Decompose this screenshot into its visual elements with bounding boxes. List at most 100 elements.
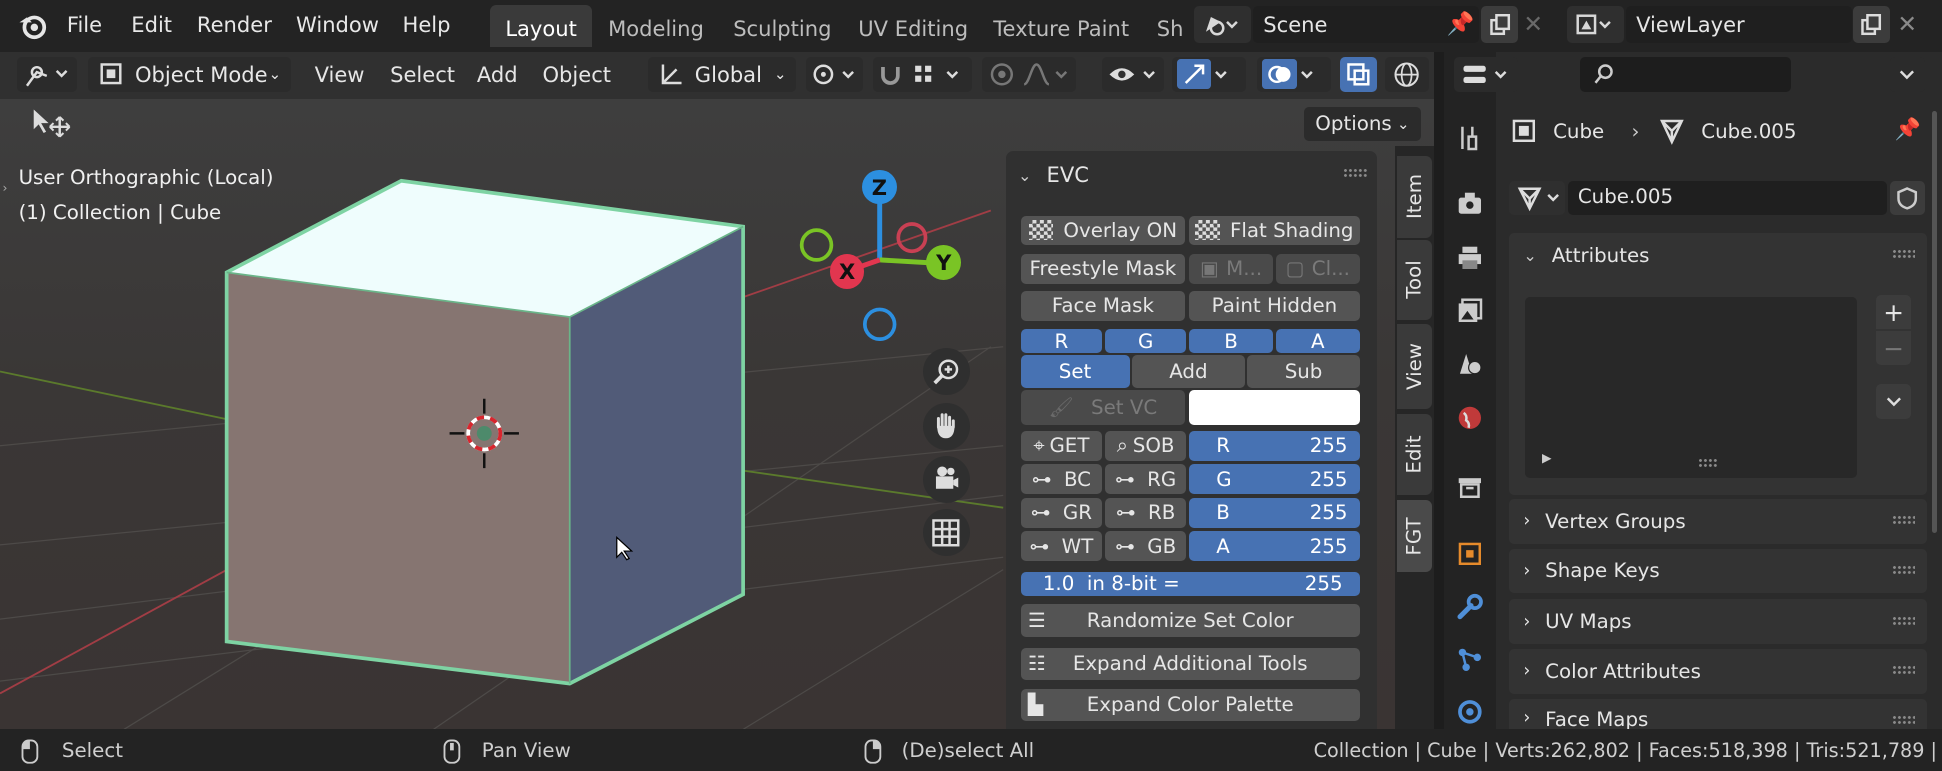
alpha-value-field[interactable]: A 255 — [1188, 531, 1360, 562]
sidebar-tab-tool[interactable]: Tool — [1397, 240, 1432, 320]
drag-handle-icon[interactable] — [1892, 665, 1915, 675]
options-dropdown[interactable]: Options ⌄ — [1304, 106, 1421, 142]
uv-maps-panel-header[interactable]: › UV Maps — [1508, 599, 1928, 645]
particles-properties-tab[interactable] — [1454, 644, 1486, 676]
delete-viewlayer-icon[interactable]: ✕ — [1897, 10, 1917, 38]
set-vc-button[interactable]: 🖌 Set VC — [1020, 390, 1186, 425]
red-value-field[interactable]: R 255 — [1188, 431, 1360, 461]
drag-handle-icon[interactable] — [1892, 564, 1915, 575]
view-layer-properties-tab[interactable] — [1454, 295, 1486, 327]
m-button[interactable]: ▣ M... — [1188, 253, 1274, 284]
physics-properties-tab[interactable] — [1454, 696, 1486, 728]
tab-sculpting[interactable]: Sculpting — [718, 5, 846, 47]
menu-object[interactable]: Object — [542, 62, 611, 87]
overlay-on-button[interactable]: Overlay ON — [1020, 215, 1186, 246]
paint-hidden-button[interactable]: Paint Hidden — [1188, 291, 1360, 321]
drag-handle-icon[interactable] — [1892, 248, 1915, 259]
perspective-toggle-button[interactable] — [922, 509, 970, 557]
menu-help[interactable]: Help — [403, 12, 451, 37]
camera-view-button[interactable] — [922, 455, 970, 503]
gizmo-z-axis[interactable]: Z — [862, 169, 897, 205]
editor-type-button[interactable] — [17, 56, 77, 92]
channel-a-toggle[interactable]: A — [1275, 329, 1360, 353]
face-mask-button[interactable]: Face Mask — [1020, 291, 1186, 321]
add-attribute-button[interactable]: + — [1876, 294, 1912, 330]
color-attributes-panel-header[interactable]: › Color Attributes — [1508, 648, 1928, 694]
drag-handle-icon[interactable] — [1892, 714, 1915, 725]
delete-scene-icon[interactable]: ✕ — [1523, 10, 1543, 38]
zoom-button[interactable] — [922, 348, 970, 396]
vertex-groups-panel-header[interactable]: › Vertex Groups — [1508, 499, 1928, 544]
toggle-bc[interactable]: ⊶ BC — [1020, 464, 1103, 495]
pivot-point-dropdown[interactable] — [806, 56, 864, 92]
menu-render[interactable]: Render — [197, 12, 272, 37]
mode-add-button[interactable]: Add — [1132, 355, 1245, 388]
snap-controls[interactable] — [873, 56, 973, 92]
toggle-gb[interactable]: ⊶ GB — [1104, 531, 1187, 562]
world-properties-tab[interactable] — [1454, 401, 1486, 433]
object-properties-tab[interactable] — [1454, 538, 1486, 570]
modifier-properties-tab[interactable] — [1454, 591, 1486, 623]
set-color-swatch[interactable] — [1188, 390, 1360, 425]
toggle-wt[interactable]: ⊶ WT — [1020, 531, 1103, 562]
pin-icon[interactable]: 📌 — [1447, 11, 1475, 37]
overlay-toggle[interactable] — [1257, 56, 1332, 92]
scene-browse-button[interactable] — [1193, 6, 1251, 44]
toggle-gr[interactable]: ⊶ GR — [1020, 497, 1103, 528]
tab-shading[interactable]: Sh — [1142, 5, 1187, 47]
editor-divider[interactable] — [1434, 52, 1445, 730]
mode-sub-button[interactable]: Sub — [1247, 355, 1360, 388]
properties-editor-type-button[interactable] — [1454, 56, 1519, 92]
proportional-editing[interactable] — [982, 56, 1077, 92]
menu-file[interactable]: File — [67, 12, 102, 37]
gizmo-toggle[interactable] — [1171, 56, 1246, 92]
mode-set-button[interactable]: Set — [1020, 355, 1130, 388]
orientation-dropdown[interactable]: Global ⌄ — [647, 56, 797, 92]
menu-select[interactable]: Select — [390, 62, 455, 87]
gizmo-y-axis[interactable]: Y — [926, 245, 962, 280]
xray-toggle-button[interactable] — [1340, 56, 1378, 92]
new-viewlayer-button[interactable] — [1852, 6, 1890, 44]
sidebar-tab-item[interactable]: Item — [1397, 156, 1432, 238]
tab-modeling[interactable]: Modeling — [593, 5, 718, 47]
expand-color-palette-button[interactable]: ▙ Expand Color Palette — [1020, 688, 1360, 721]
sob-button[interactable]: ⌕ SOB — [1104, 431, 1187, 461]
menu-view[interactable]: View — [315, 62, 365, 87]
face-maps-panel-header[interactable]: › Face Maps — [1508, 698, 1928, 730]
expand-triangle-icon[interactable]: ▶ — [1542, 451, 1552, 465]
blender-logo-icon[interactable] — [17, 10, 49, 42]
attributes-list[interactable]: ▶ — [1524, 297, 1857, 479]
shape-keys-panel-header[interactable]: › Shape Keys — [1508, 548, 1928, 594]
collection-properties-tab[interactable] — [1454, 471, 1486, 503]
toggle-rb[interactable]: ⊶ RB — [1104, 497, 1187, 528]
viewlayer-name-field[interactable]: ViewLayer — [1626, 6, 1852, 44]
fake-user-button[interactable] — [1889, 180, 1925, 216]
drag-handle-icon[interactable] — [1342, 168, 1368, 179]
tab-texture-paint[interactable]: Texture Paint — [978, 5, 1144, 47]
properties-options-button[interactable] — [1889, 56, 1925, 92]
blue-value-field[interactable]: B 255 — [1188, 497, 1360, 528]
render-properties-tab[interactable] — [1454, 188, 1486, 220]
channel-b-toggle[interactable]: B — [1188, 329, 1274, 353]
menu-edit[interactable]: Edit — [131, 12, 172, 37]
get-button[interactable]: ⌖ GET — [1020, 431, 1103, 461]
object-visibility-dropdown[interactable] — [1102, 56, 1165, 92]
scene-name-field[interactable]: Scene — [1253, 6, 1479, 44]
channel-r-toggle[interactable]: R — [1020, 329, 1103, 353]
collapse-chevron-icon[interactable]: ⌄ — [1018, 166, 1032, 185]
scene-properties-tab[interactable] — [1454, 348, 1486, 380]
tool-properties-tab[interactable] — [1454, 121, 1486, 153]
mode-dropdown[interactable]: Object Mode ⌄ — [87, 56, 292, 92]
output-properties-tab[interactable] — [1454, 242, 1486, 274]
resize-handle-icon[interactable] — [1698, 458, 1718, 469]
new-scene-button[interactable] — [1481, 6, 1519, 44]
attribute-specials-button[interactable] — [1876, 383, 1912, 419]
toggle-rg[interactable]: ⊶ RG — [1104, 464, 1187, 495]
toolbar-expand-icon[interactable]: › — [2, 181, 7, 195]
drag-handle-icon[interactable] — [1892, 515, 1915, 526]
gizmo-x-axis[interactable]: X — [829, 253, 865, 289]
menu-window[interactable]: Window — [296, 12, 379, 37]
select-tool-icon[interactable] — [30, 107, 72, 142]
sidebar-tab-edit[interactable]: Edit — [1397, 413, 1432, 496]
pin-icon[interactable]: 📌 — [1895, 116, 1921, 142]
